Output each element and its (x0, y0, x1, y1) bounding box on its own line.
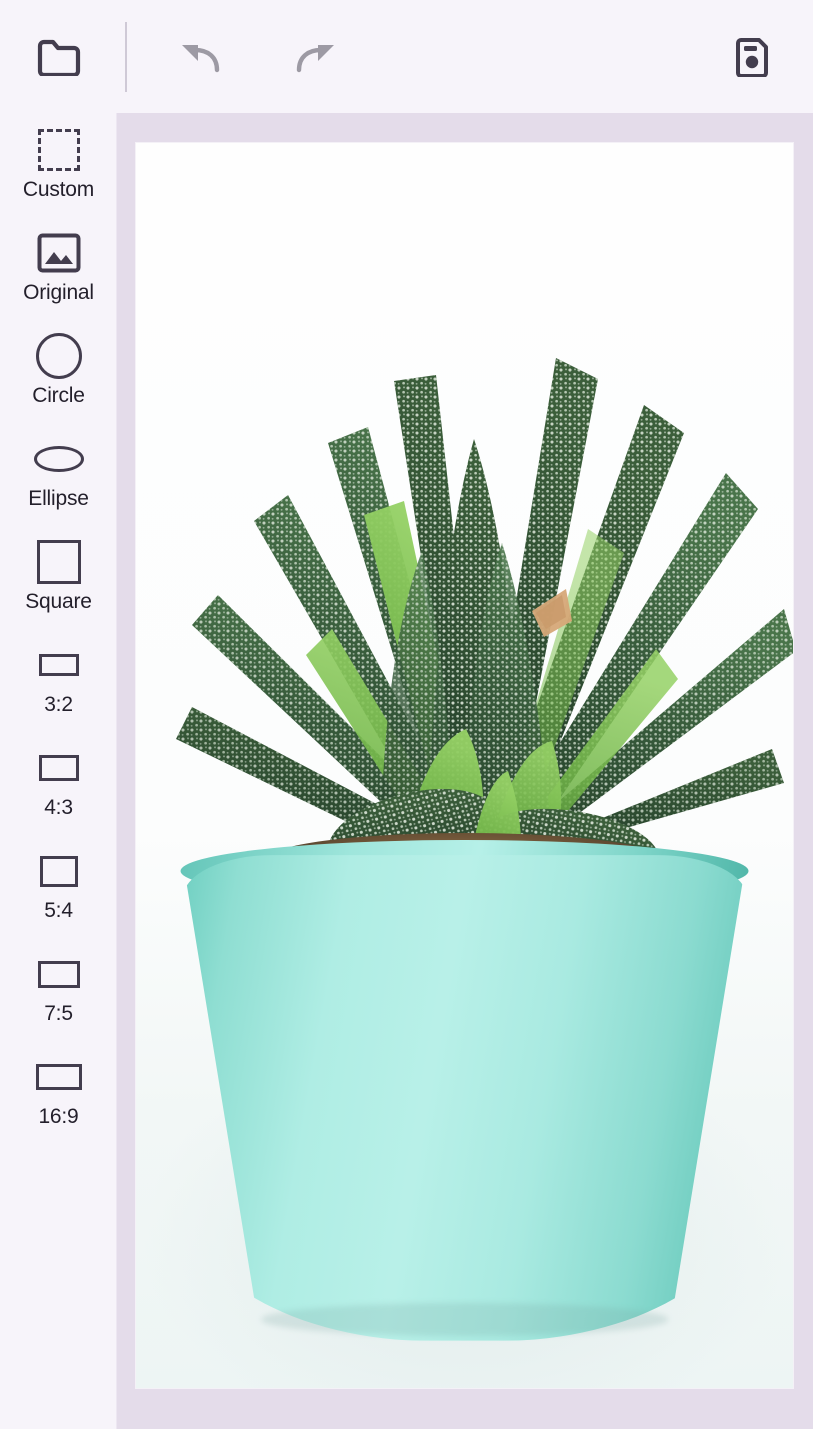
sidebar-item-16-9[interactable]: 16:9 (0, 1048, 116, 1151)
floppy-disk-save-icon (733, 37, 771, 77)
sidebar-item-circle[interactable]: Circle (0, 327, 116, 430)
sidebar-item-5-4[interactable]: 5:4 (0, 842, 116, 945)
sidebar-item-ellipse[interactable]: Ellipse (0, 430, 116, 533)
crop-editor-window: Custom Original Circle Ellipse Square 3:… (0, 0, 813, 1429)
sidebar-item-custom[interactable]: Custom (0, 121, 116, 224)
sidebar-item-label: 7:5 (44, 1002, 73, 1025)
sidebar-item-4-3[interactable]: 4:3 (0, 739, 116, 842)
sidebar-item-square[interactable]: Square (0, 533, 116, 636)
sidebar-item-original[interactable]: Original (0, 224, 116, 327)
dashed-square-icon (37, 121, 80, 179)
crop-stage[interactable] (136, 143, 793, 1388)
sidebar-item-label: 4:3 (44, 796, 73, 819)
canvas-area[interactable] (117, 113, 813, 1429)
picture-frame-icon (37, 224, 81, 282)
crop-ratio-sidebar: Custom Original Circle Ellipse Square 3:… (0, 113, 117, 1429)
rectangle-3-2-icon (38, 636, 79, 694)
sidebar-item-7-5[interactable]: 7:5 (0, 945, 116, 1048)
source-image (136, 143, 793, 1388)
top-toolbar (0, 0, 813, 113)
circle-icon (35, 327, 82, 385)
sidebar-item-3-2[interactable]: 3:2 (0, 636, 116, 739)
rectangle-5-4-icon (39, 842, 78, 900)
ellipse-icon (33, 430, 84, 488)
ceramic-pot (181, 855, 748, 1341)
redo-arrow-icon (293, 39, 343, 75)
redo-button[interactable] (287, 27, 349, 87)
folder-icon (36, 38, 82, 76)
sidebar-item-label: 3:2 (44, 693, 73, 716)
sidebar-item-label: Ellipse (28, 487, 89, 510)
sidebar-item-label: Original (23, 281, 94, 304)
sidebar-item-label: 5:4 (44, 899, 73, 922)
editor-body: Custom Original Circle Ellipse Square 3:… (0, 113, 813, 1429)
sidebar-item-label: 16:9 (38, 1105, 79, 1128)
sidebar-item-label: Square (25, 590, 92, 613)
toolbar-divider (125, 22, 127, 92)
square-icon (36, 533, 81, 591)
save-button[interactable] (722, 27, 782, 87)
sidebar-item-label: Custom (22, 178, 95, 201)
rectangle-16-9-icon (35, 1048, 82, 1106)
rectangle-7-5-icon (37, 945, 80, 1003)
undo-arrow-icon (173, 39, 223, 75)
rectangle-4-3-icon (38, 739, 79, 797)
sidebar-item-label: Circle (32, 384, 85, 407)
undo-button[interactable] (167, 27, 229, 87)
open-file-button[interactable] (24, 27, 94, 87)
